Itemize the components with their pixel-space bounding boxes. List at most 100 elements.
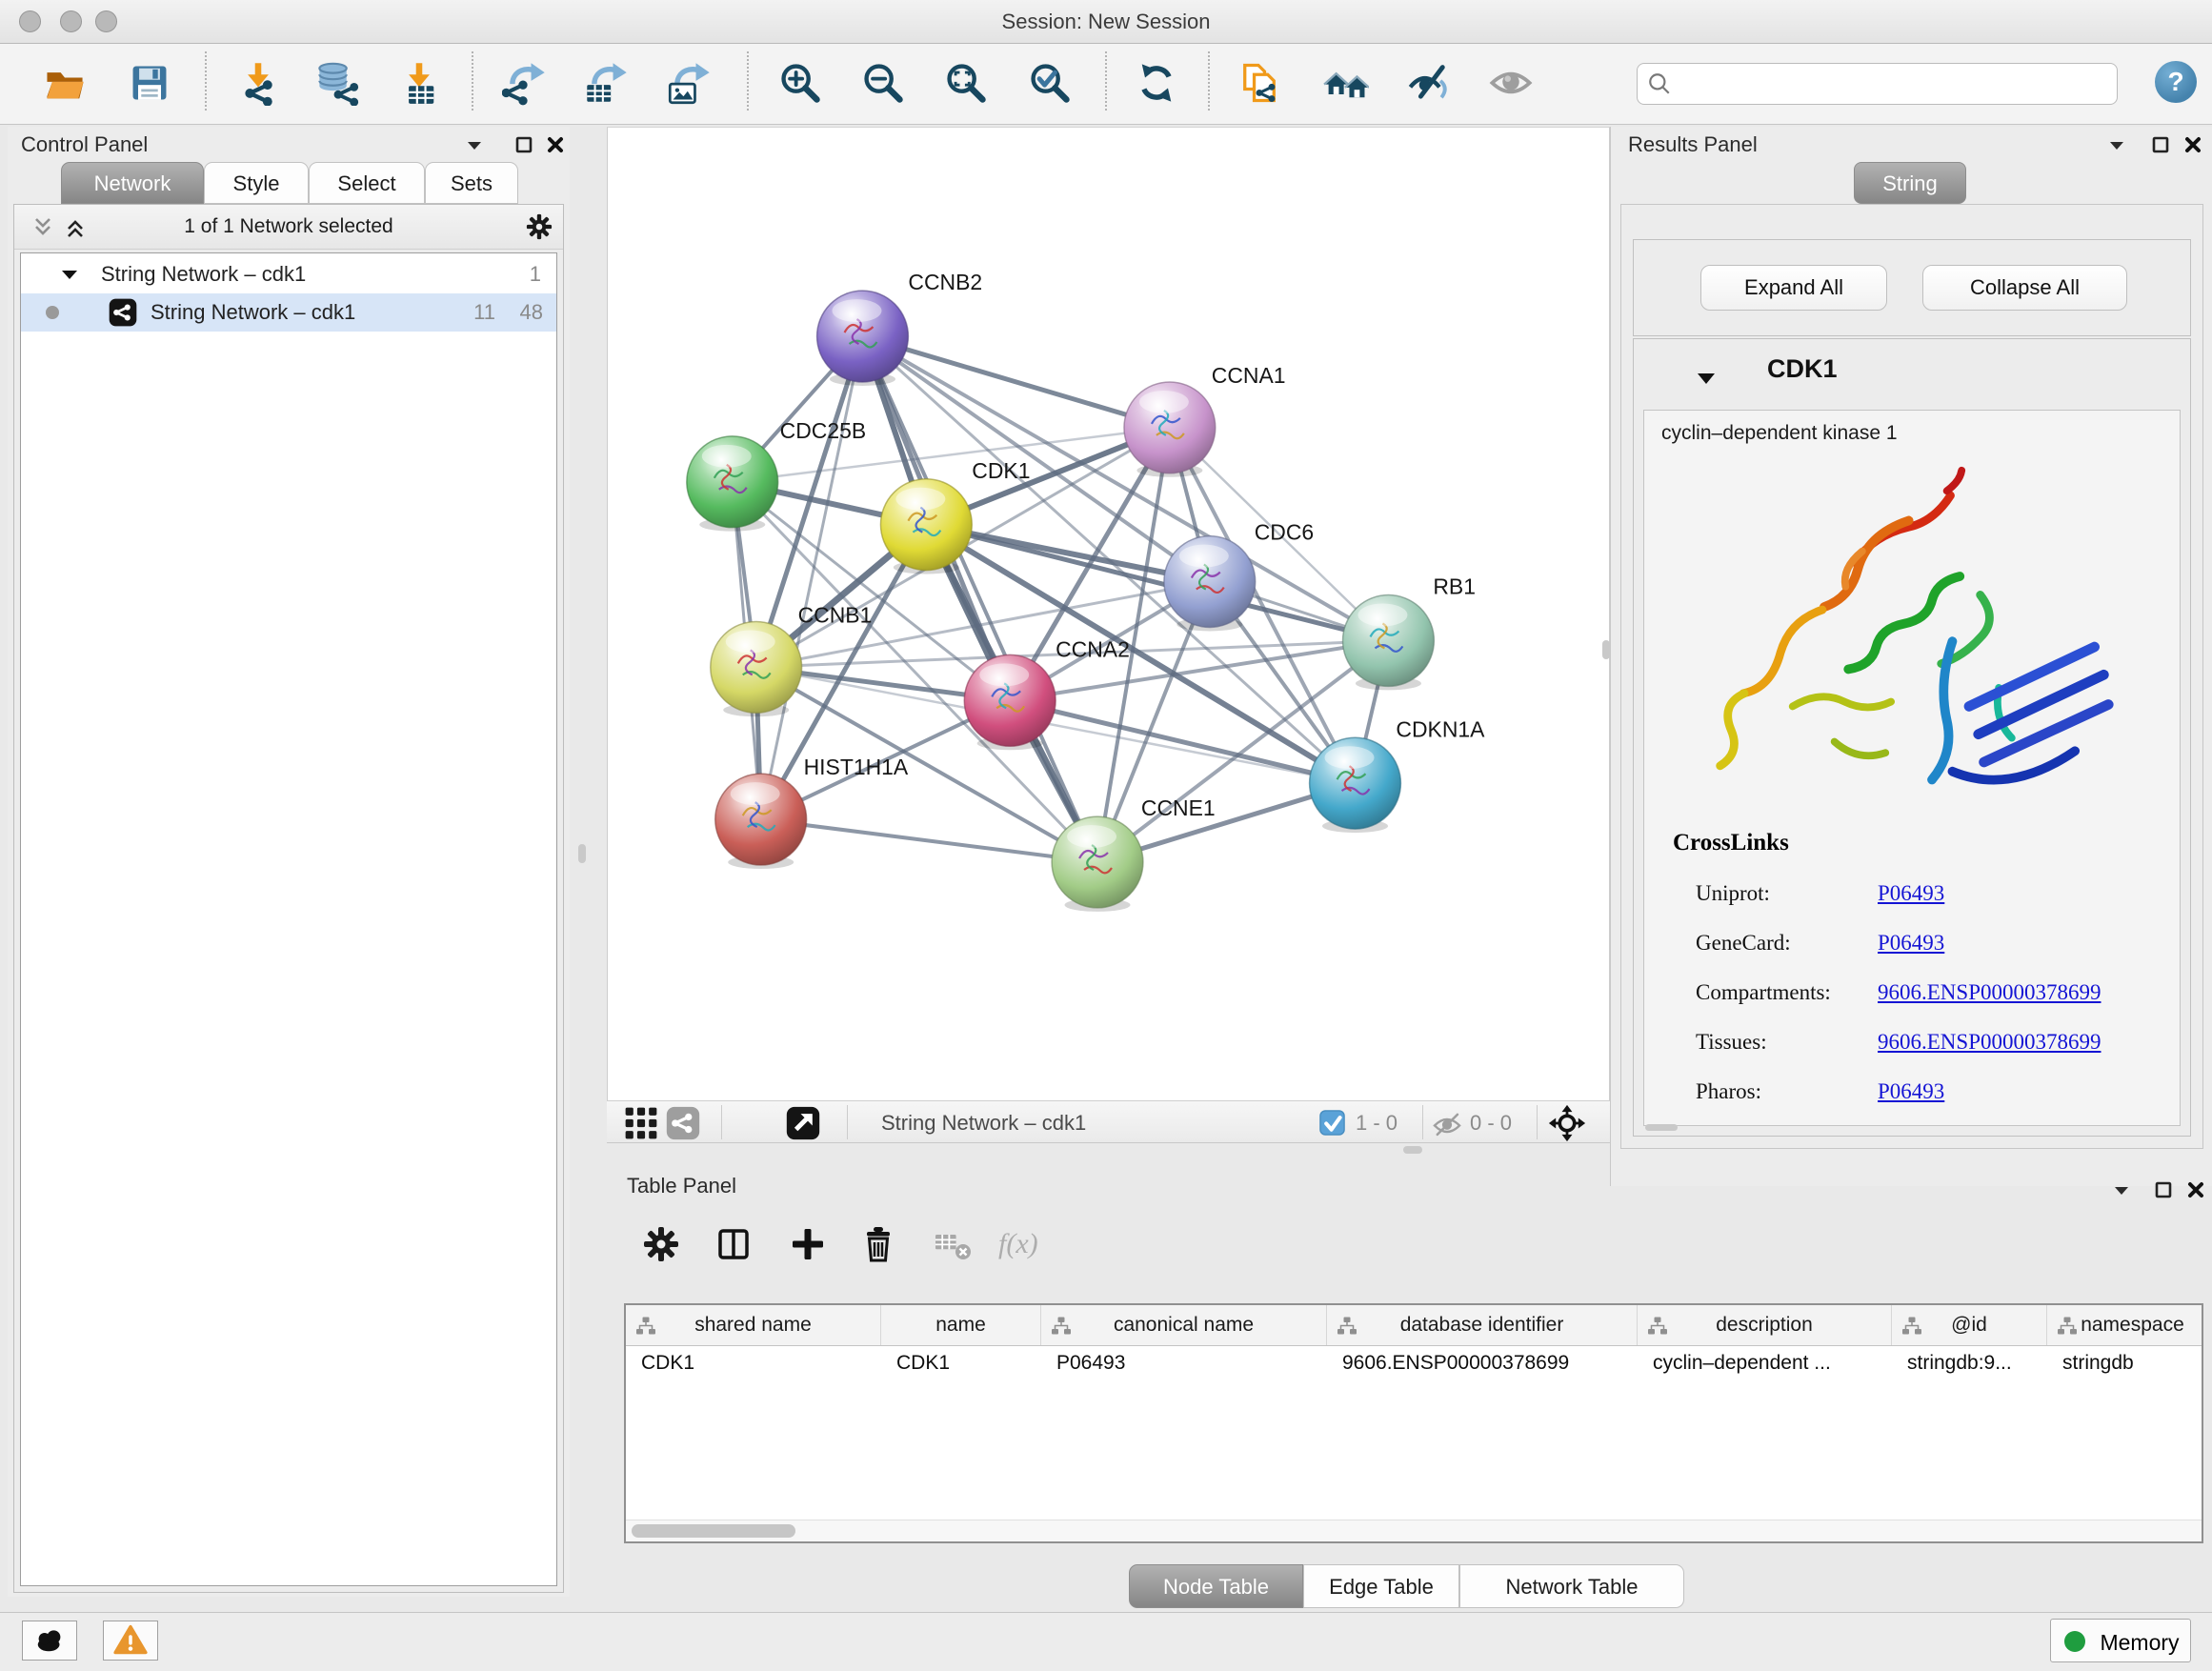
bottom-splitter-handle[interactable] xyxy=(1403,1146,1422,1154)
network-share-view-icon[interactable] xyxy=(666,1106,700,1140)
table-cell[interactable]: P06493 xyxy=(1041,1345,1327,1381)
zoom-fit-content-button[interactable] xyxy=(943,60,989,106)
entry-scrollbar-thumb[interactable] xyxy=(1645,1124,1678,1131)
search-icon xyxy=(1647,71,1672,101)
search-input[interactable] xyxy=(1679,67,2112,101)
table-panel-close-icon[interactable] xyxy=(2185,1179,2208,1202)
zoom-out-button[interactable] xyxy=(860,60,906,106)
tab-sets[interactable]: Sets xyxy=(425,162,518,204)
table-cell[interactable]: stringdb:9... xyxy=(1892,1345,2047,1381)
edge-CCNB2-CCNA1[interactable] xyxy=(862,336,1169,428)
column-header-canonical-name[interactable]: canonical name xyxy=(1041,1305,1327,1345)
memory-button[interactable]: Memory xyxy=(2050,1619,2191,1662)
tab-network-table[interactable]: Network Table xyxy=(1459,1564,1684,1608)
column-header--id[interactable]: @id xyxy=(1892,1305,2047,1345)
node-CDKN1A[interactable] xyxy=(1310,737,1401,833)
network-collection-row[interactable]: String Network – cdk1 1 xyxy=(21,255,556,293)
results-panel-close-icon[interactable] xyxy=(2182,134,2205,157)
scrollbar-thumb[interactable] xyxy=(632,1524,795,1538)
column-header-namespace[interactable]: namespace xyxy=(2047,1305,2212,1345)
command-documents-button[interactable] xyxy=(1237,60,1282,106)
tab-node-table[interactable]: Node Table xyxy=(1129,1564,1303,1608)
export-network-button[interactable] xyxy=(502,60,548,106)
table-cell[interactable]: CDK1 xyxy=(881,1345,1041,1381)
right-splitter-handle[interactable] xyxy=(1602,640,1610,659)
import-network-from-file-button[interactable] xyxy=(235,60,281,106)
hidden-eye-slash-icon[interactable] xyxy=(1432,1109,1466,1143)
entry-collapse-caret-icon[interactable] xyxy=(1694,366,1719,395)
tab-string[interactable]: String xyxy=(1854,162,1966,204)
table-panel-title: Table Panel xyxy=(627,1174,736,1198)
results-panel-menu-caret-icon[interactable] xyxy=(2106,134,2129,157)
fit-selected-crosshair-icon[interactable] xyxy=(1548,1104,1586,1142)
table-horizontal-scrollbar[interactable] xyxy=(626,1520,2202,1541)
tab-style[interactable]: Style xyxy=(204,162,309,204)
export-table-button[interactable] xyxy=(584,60,630,106)
export-image-button[interactable] xyxy=(667,60,713,106)
table-cell[interactable]: 9606.ENSP00000378699 xyxy=(1327,1345,1638,1381)
table-cell[interactable]: cyclin–dependent ... xyxy=(1638,1345,1892,1381)
tab-select[interactable]: Select xyxy=(309,162,425,204)
node-CDK1[interactable] xyxy=(880,479,972,574)
node-CCNE1[interactable] xyxy=(1052,816,1143,912)
cloud-status-button[interactable] xyxy=(22,1621,77,1661)
table-cell[interactable]: stringdb xyxy=(2047,1345,2212,1381)
collapse-all-button[interactable]: Collapse All xyxy=(1922,265,2127,311)
column-header-database-identifier[interactable]: database identifier xyxy=(1327,1305,1638,1345)
node-CCNB1[interactable] xyxy=(711,621,802,716)
node-RB1[interactable] xyxy=(1343,595,1435,691)
column-header-shared-name[interactable]: shared name xyxy=(626,1305,881,1345)
gene-symbol: CDK1 xyxy=(1767,354,1838,384)
tab-edge-table[interactable]: Edge Table xyxy=(1303,1564,1459,1608)
selected-checkbox-icon[interactable] xyxy=(1319,1110,1345,1136)
control-panel-menu-caret-icon[interactable] xyxy=(464,134,487,157)
warnings-button[interactable] xyxy=(103,1621,158,1661)
left-splitter-handle[interactable] xyxy=(578,844,586,863)
edge-CCNB2-CCNE1[interactable] xyxy=(862,336,1097,862)
import-network-from-database-button[interactable] xyxy=(315,60,361,106)
hide-annotations-eye-button[interactable] xyxy=(1405,60,1451,106)
expand-all-button[interactable]: Expand All xyxy=(1700,265,1887,311)
open-in-window-icon[interactable] xyxy=(786,1106,820,1140)
crosslink-link[interactable]: 9606.ENSP00000378699 xyxy=(1878,980,2101,1004)
refresh-view-button[interactable] xyxy=(1134,60,1179,106)
help-button[interactable]: ? xyxy=(2155,61,2197,103)
toggle-column-view-button[interactable] xyxy=(713,1223,754,1265)
open-file-button[interactable] xyxy=(42,60,88,106)
node-CCNA1[interactable] xyxy=(1124,382,1216,477)
crosslink-link[interactable]: P06493 xyxy=(1878,881,1944,905)
network-row-selected[interactable]: String Network – cdk1 11 48 xyxy=(21,293,556,332)
network-view-canvas[interactable]: CCNB2CCNA1CDC25BCDK1CDC6RB1CCNB1CCNA2CDK… xyxy=(607,127,1610,1100)
table-panel-menu-caret-icon[interactable] xyxy=(2111,1179,2134,1202)
node-label-CCNA2: CCNA2 xyxy=(1056,636,1130,661)
edge-CCNB2-HIST1H1A[interactable] xyxy=(761,336,863,819)
table-settings-gear-button[interactable] xyxy=(640,1223,682,1265)
node-CDC6[interactable] xyxy=(1164,536,1256,632)
column-header-description[interactable]: description xyxy=(1638,1305,1892,1345)
table-cell[interactable]: CDK1 xyxy=(626,1345,881,1381)
grid-view-icon[interactable] xyxy=(624,1106,658,1140)
home-overview-button[interactable] xyxy=(1323,60,1369,106)
crosslink-link[interactable]: P06493 xyxy=(1878,931,1944,955)
zoom-selected-region-button[interactable] xyxy=(1027,60,1073,106)
import-table-from-file-button[interactable] xyxy=(396,60,442,106)
edge-HIST1H1A-CCNE1[interactable] xyxy=(761,819,1097,862)
crosslink-link[interactable]: P06493 xyxy=(1878,1079,1944,1103)
graphics-details-eye-button[interactable] xyxy=(1488,60,1534,106)
control-panel-close-icon[interactable] xyxy=(545,134,568,157)
network-options-gear-icon[interactable] xyxy=(524,211,547,234)
results-panel-float-icon[interactable] xyxy=(2150,134,2173,157)
control-panel-float-icon[interactable] xyxy=(513,134,536,157)
tab-network[interactable]: Network xyxy=(61,162,204,204)
node-label-CDC25B: CDC25B xyxy=(780,418,867,443)
results-panel: Results Panel String Expand All Collapse… xyxy=(1610,127,2212,1186)
save-session-button[interactable] xyxy=(127,60,172,106)
home-overview-icon xyxy=(1323,94,1369,109)
zoom-in-button[interactable] xyxy=(777,60,823,106)
table-panel-float-icon[interactable] xyxy=(2153,1179,2176,1202)
crosslink-link[interactable]: 9606.ENSP00000378699 xyxy=(1878,1030,2101,1054)
create-column-button[interactable] xyxy=(787,1223,829,1265)
column-header-name[interactable]: name xyxy=(881,1305,1041,1345)
node-HIST1H1A[interactable] xyxy=(715,774,807,869)
delete-column-button[interactable] xyxy=(857,1223,899,1265)
